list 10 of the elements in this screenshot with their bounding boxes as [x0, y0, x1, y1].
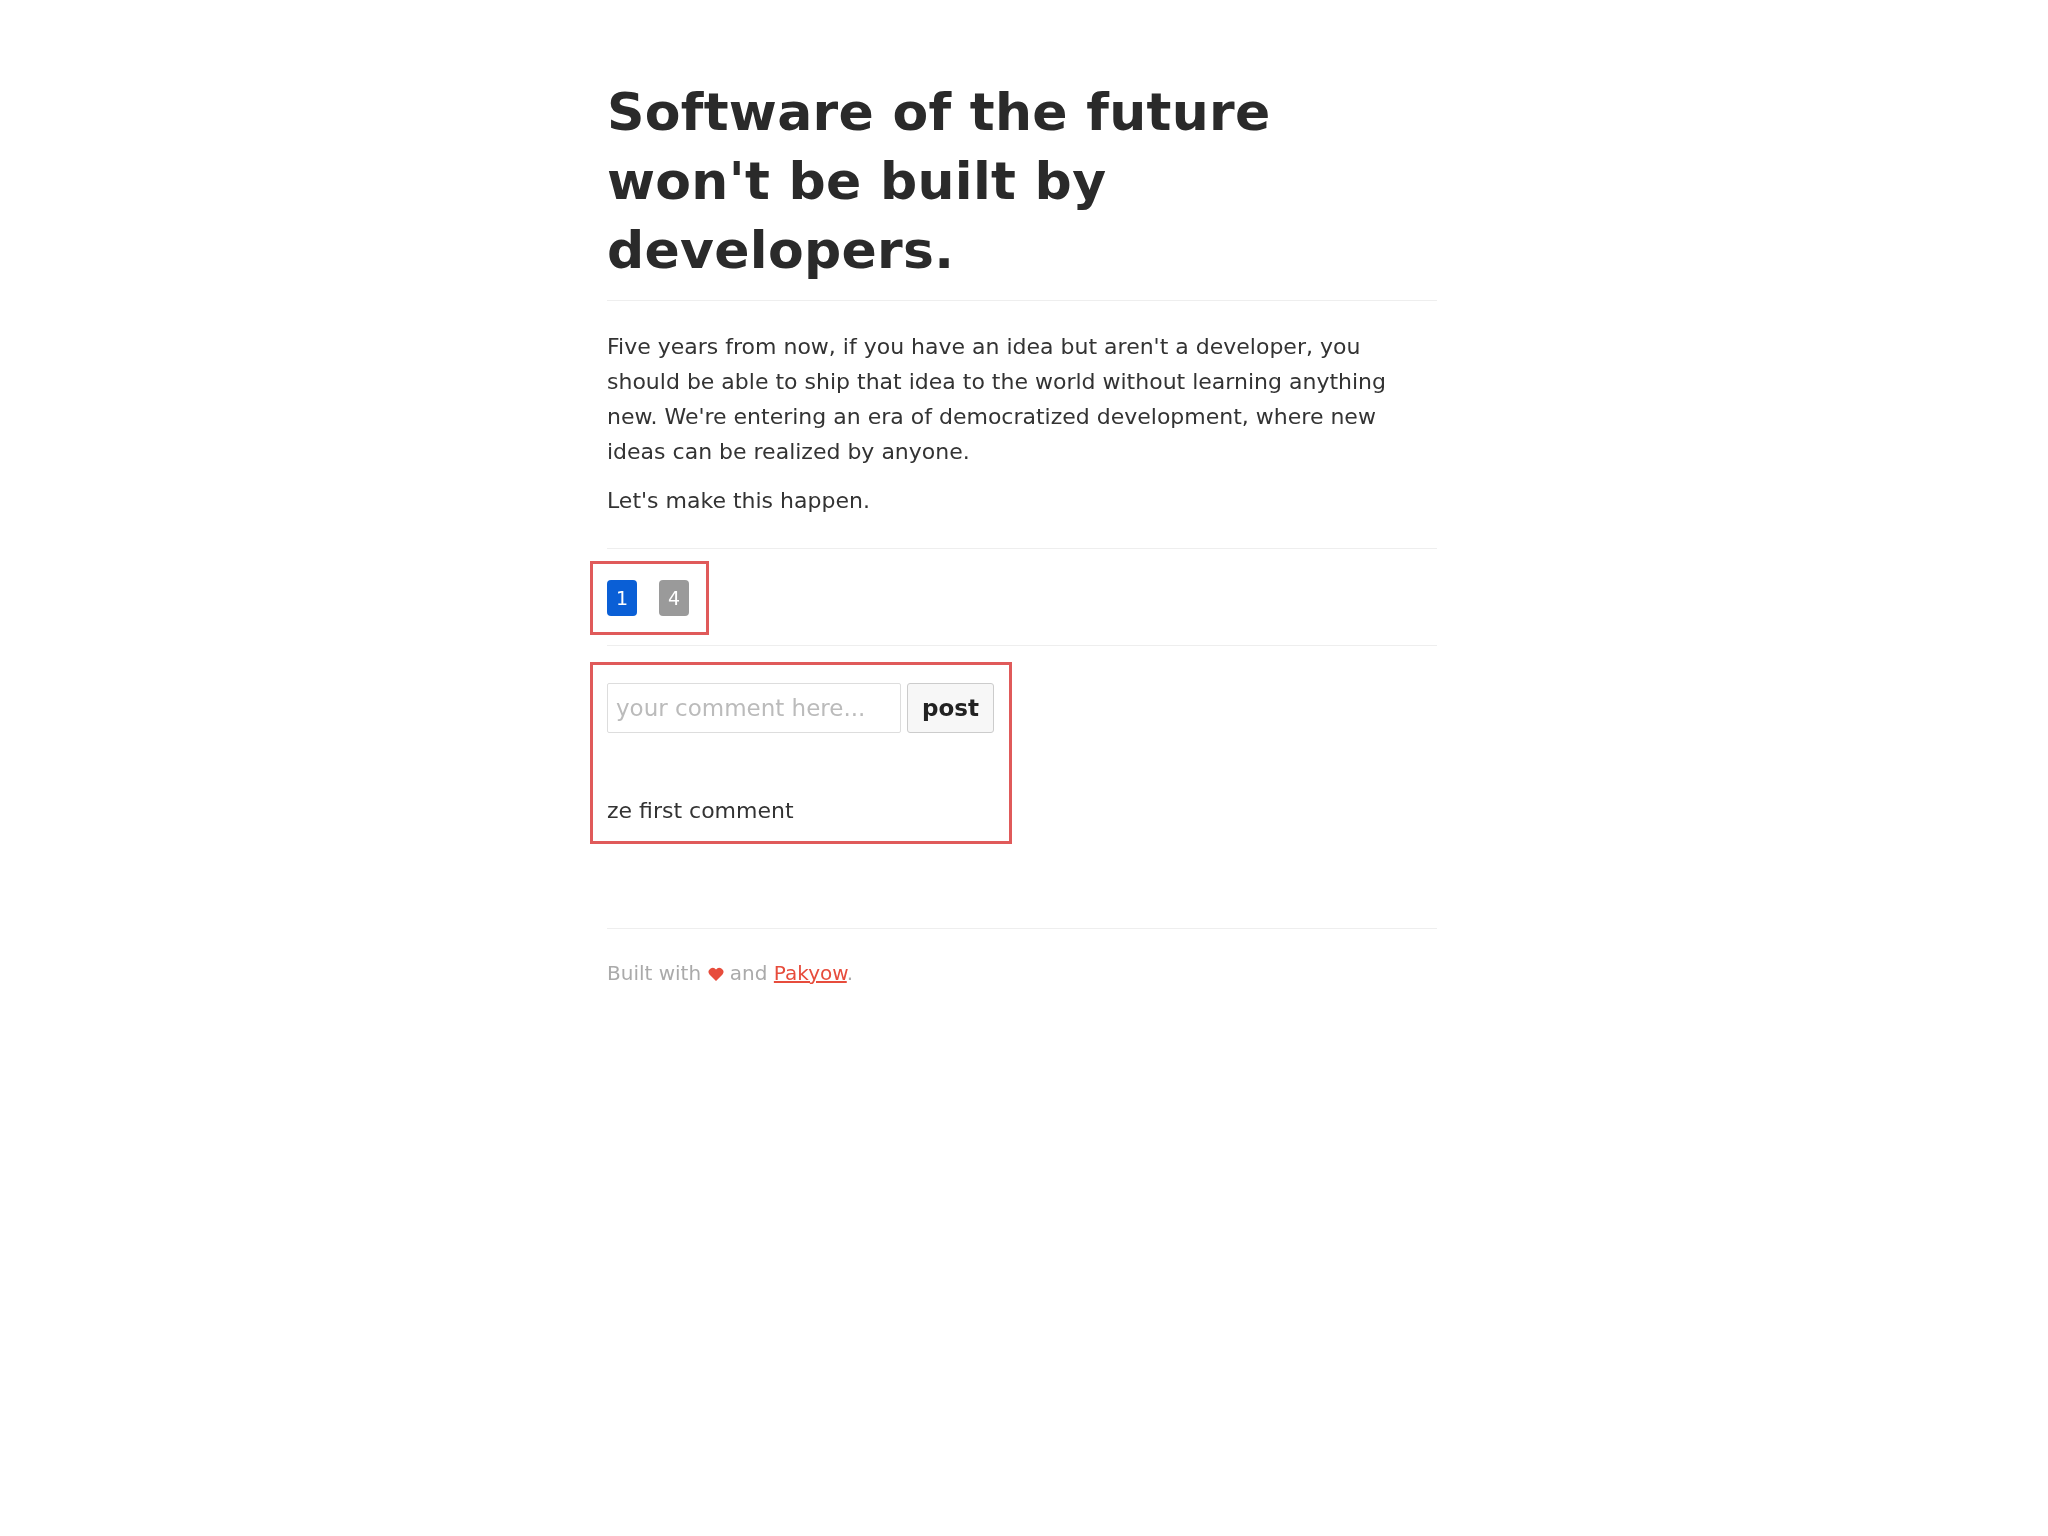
- post-button[interactable]: post: [907, 683, 994, 733]
- article-title: Software of the future won't be built by developers.: [607, 81, 1272, 282]
- comment-text: ze first comment: [607, 797, 795, 825]
- pakyow-link[interactable]: Pakyow: [773, 961, 847, 985]
- heart-icon: [707, 967, 724, 981]
- article-paragraph: Five years from now, if you have an idea but aren't a developer, you should be able to ship that idea to the world without learning anything new. We're entering an era of democratized development, where new ideas can be realized by anyone.: [607, 333, 1387, 466]
- vote-badge[interactable]: 1: [607, 580, 637, 616]
- article-paragraph: Let's make this happen.: [607, 487, 871, 515]
- footer-text: Built with and Pakyow.: [607, 961, 855, 985]
- comment-field[interactable]: your comment here...: [607, 683, 901, 733]
